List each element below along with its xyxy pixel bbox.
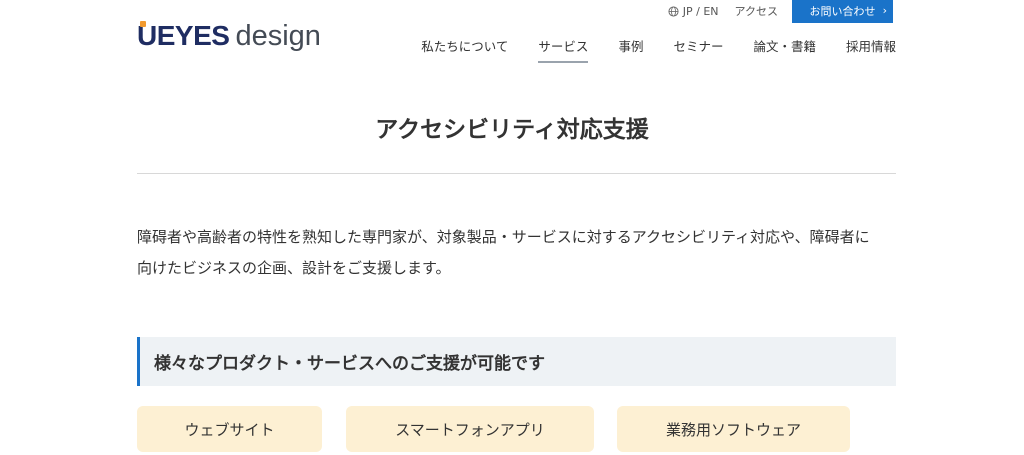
intro-text: 障碍者や高齢者の特性を熟知した専門家が、対象製品・サービスに対するアクセシビリテ…: [137, 222, 897, 284]
nav-item-recruit[interactable]: 採用情報: [846, 36, 896, 63]
tag-smartphone-app: スマートフォンアプリ: [346, 406, 594, 452]
access-link[interactable]: アクセス: [735, 3, 778, 19]
title-divider: [137, 173, 896, 174]
intro-line-2: 向けたビジネスの企画、設計をご支援します。: [137, 259, 451, 277]
contact-button[interactable]: お問い合わせ ›: [792, 0, 893, 23]
nav-item-seminars[interactable]: セミナー: [673, 36, 723, 63]
nav-item-services[interactable]: サービス: [538, 36, 589, 63]
contact-label: お問い合わせ: [809, 5, 876, 18]
site-logo[interactable]: UEYES design: [137, 20, 321, 60]
tag-website: ウェブサイト: [137, 406, 322, 452]
globe-icon: [668, 5, 679, 17]
site-header: UEYES design JP / EN アクセス お問い合わせ › 私たちにつ…: [0, 0, 1024, 80]
logo-u-letter: U: [137, 20, 157, 51]
intro-line-1: 障碍者や高齢者の特性を熟知した専門家が、対象製品・サービスに対するアクセシビリテ…: [137, 228, 870, 246]
utility-bar: JP / EN アクセス お問い合わせ ›: [668, 0, 893, 23]
section-heading: 様々なプロダクト・サービスへのご支援が可能です: [137, 337, 896, 386]
main-nav: 私たちについて サービス 事例 セミナー 論文・書籍 採用情報: [421, 36, 896, 63]
nav-item-cases[interactable]: 事例: [618, 36, 643, 63]
chevron-right-icon: ›: [882, 3, 887, 17]
logo-mark: UEYES: [137, 20, 230, 52]
nav-item-about[interactable]: 私たちについて: [421, 36, 508, 63]
language-switch[interactable]: JP / EN: [668, 5, 719, 18]
logo-word: design: [235, 20, 321, 52]
logo-eyes-letters: EYES: [156, 20, 230, 51]
nav-item-papers[interactable]: 論文・書籍: [753, 36, 816, 63]
language-label: JP / EN: [682, 4, 719, 18]
tag-business-software: 業務用ソフトウェア: [617, 406, 850, 452]
page-title: アクセシビリティ対応支援: [375, 117, 649, 143]
